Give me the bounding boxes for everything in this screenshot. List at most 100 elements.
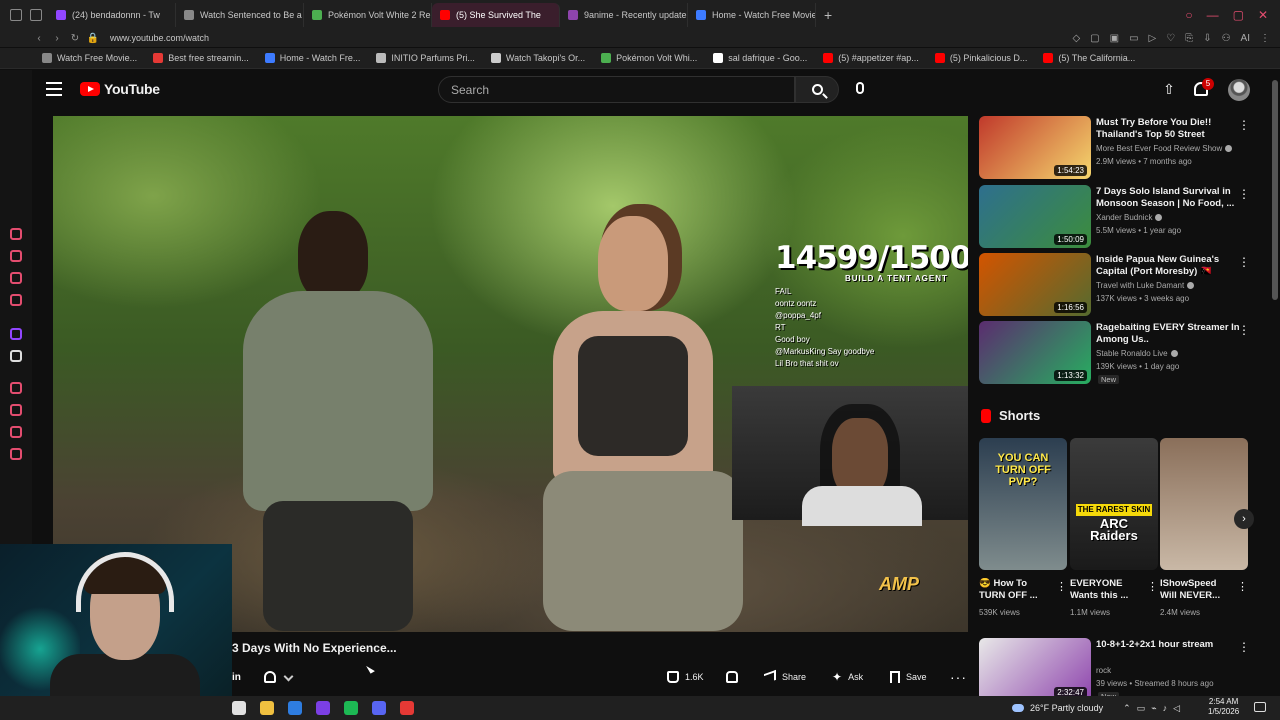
download-icon[interactable]: ⇩ [1203,33,1211,44]
channel-name[interactable]: Travel with Luke Damant [1096,281,1195,290]
bookmark-item[interactable]: Home - Watch Fre... [257,53,369,63]
browser-tab[interactable]: (5) She Survived The [432,2,560,27]
recommended-video[interactable]: 1:50:09 7 Days Solo Island Survival in Mo… [979,185,1269,249]
subscribed-button[interactable]: in [232,672,241,683]
new-tab-button[interactable]: + [816,7,840,23]
side-app-icon[interactable] [10,228,22,240]
browser-tab[interactable]: Watch Sentenced to Be a [176,2,304,27]
voice-search-icon[interactable] [856,82,864,94]
bookmark-item[interactable]: Watch Free Movie... [34,53,145,63]
taskbar-app-icon[interactable] [372,701,386,715]
back-icon[interactable]: ‹ [30,33,48,44]
recommended-video[interactable]: 2:32:47 10-8+1-2+2x1 hour stream rock 39 vi… [979,638,1269,702]
short-thumbnail[interactable] [1160,438,1248,570]
side-app-icon[interactable] [10,426,22,438]
video-thumbnail[interactable]: 1:16:56 [979,253,1091,316]
more-icon[interactable]: ⋮ [1260,33,1270,44]
x-icon[interactable] [10,350,22,362]
close-window-button[interactable]: ✕ [1258,8,1268,22]
browser-tab[interactable]: Pokémon Volt White 2 Re [304,2,432,27]
recommended-video[interactable]: 1:13:32 Ragebaiting EVERY Streamer In Amo… [979,321,1269,385]
chevron-up-icon[interactable]: ⌃ [1123,703,1131,714]
url-field[interactable]: www.youtube.com/watch [110,33,209,43]
forward-icon[interactable]: › [48,33,66,44]
more-vertical-icon[interactable]: ⋮ [1238,255,1250,269]
bookmark-item[interactable]: sal dafrique - Goo... [705,53,815,63]
volume-icon[interactable]: ◁ [1173,703,1180,714]
more-vertical-icon[interactable]: ⋮ [1238,323,1250,337]
pin-icon[interactable]: ◇ [1072,33,1080,44]
recommended-video[interactable]: 1:16:56 Inside Papua New Guinea's Capital… [979,253,1269,317]
more-vertical-icon[interactable]: ⋮ [1237,580,1248,593]
dislike-button[interactable] [726,669,738,685]
video-thumbnail[interactable]: 1:13:32 [979,321,1091,384]
channel-name[interactable]: rock [1096,666,1111,675]
taskbar-app-icon[interactable] [400,701,414,715]
video-thumbnail[interactable]: 1:50:09 [979,185,1091,248]
side-app-icon[interactable] [10,250,22,262]
settings-icon[interactable] [10,448,22,460]
subscription-bell-icon[interactable] [264,671,276,683]
video-thumbnail[interactable]: 1:54:23 [979,116,1091,179]
chevron-down-icon[interactable] [283,671,294,682]
side-app-icon[interactable] [10,382,22,394]
short-thumbnail[interactable]: YOU CAN TURN OFF PVP? [979,438,1067,570]
video-title-link[interactable]: Inside Papua New Guinea's Capital (Port … [1096,254,1241,278]
short-title[interactable]: IShowSpeed Will NEVER... [1160,578,1234,604]
browser-tab[interactable]: Home - Watch Free Movie [688,2,816,27]
page-scrollbar[interactable] [1272,80,1278,300]
bookmark-item[interactable]: (5) The California... [1035,53,1143,63]
short-item[interactable]: THE RAREST SKIN ARC Raiders EVERYONE Wants… [1070,438,1158,623]
screenshot-icon[interactable]: ▢ [1090,33,1099,44]
history-icon[interactable] [10,404,22,416]
reload-icon[interactable]: ↻ [66,33,84,44]
shorts-next-button[interactable]: › [1234,509,1254,529]
bookmark-item[interactable]: Best free streamin... [145,53,257,63]
short-item[interactable]: YOU CAN TURN OFF PVP? 😎 How To TURN OFF .… [979,438,1067,623]
more-vertical-icon[interactable]: ⋮ [1238,187,1250,201]
bookmark-item[interactable]: (5) Pinkalicious D... [927,53,1036,63]
bookmark-item[interactable]: Watch Takopi's Or... [483,53,593,63]
channel-name[interactable]: Stable Ronaldo Live [1096,349,1178,358]
hamburger-menu-icon[interactable] [46,82,62,96]
ask-button[interactable]: ✦ Ask [832,669,863,685]
account-avatar[interactable] [1228,79,1250,101]
short-thumbnail[interactable]: THE RAREST SKIN ARC Raiders [1070,438,1158,570]
more-actions-button[interactable]: ··· [950,669,967,685]
channel-name[interactable]: Xander Budnick [1096,213,1163,222]
bookmark-item[interactable]: (5) #appetizer #ap... [815,53,927,63]
taskbar-app-icon[interactable] [344,701,358,715]
more-vertical-icon[interactable]: ⋮ [1056,580,1067,593]
search-input[interactable]: Search [438,76,795,103]
side-app-icon[interactable] [10,294,22,306]
short-title[interactable]: EVERYONE Wants this ... [1070,578,1144,604]
bookmark-item[interactable]: INITIO Parfums Pri... [368,53,483,63]
video-title-link[interactable]: 10-8+1-2+2x1 hour stream [1096,639,1241,651]
play-icon[interactable]: ▷ [1149,33,1157,44]
tab-search-icon[interactable] [30,8,42,21]
save-button[interactable]: Save [890,669,927,685]
taskbar-app-icon[interactable] [288,701,302,715]
taskbar-app-icon[interactable] [316,701,330,715]
video-title-link[interactable]: 7 Days Solo Island Survival in Monsoon S… [1096,186,1241,210]
short-item[interactable]: IShowSpeed Will NEVER... 2.4M views ⋮ [1160,438,1248,623]
favorite-icon[interactable]: ♡ [1166,33,1175,44]
mic-icon[interactable]: ♪ [1163,703,1168,714]
more-vertical-icon[interactable]: ⋮ [1147,580,1158,593]
taskbar-app-icon[interactable] [260,701,274,715]
video-thumbnail[interactable]: 2:32:47 [979,638,1091,701]
bookmark-item[interactable]: Pokémon Volt Whi... [593,53,705,63]
extension-icon[interactable]: ▣ [1110,33,1119,44]
taskbar-app-icon[interactable] [232,701,246,715]
more-vertical-icon[interactable]: ⋮ [1238,640,1250,654]
profile-icon[interactable]: ⚇ [1222,33,1231,44]
browser-tab[interactable]: 9anime - Recently update [560,2,688,27]
clock[interactable]: 2:54 AM 1/5/2026 [1208,697,1239,717]
maximize-button[interactable]: ▢ [1233,8,1244,22]
like-button[interactable]: 1.6K [667,669,704,685]
browser-tab[interactable]: (24) bendadonnn - Tw [48,2,176,27]
minimize-button[interactable]: — [1207,8,1219,22]
twitch-icon[interactable] [10,328,22,340]
weather-text[interactable]: 26°F Partly cloudy [1030,703,1103,713]
search-tabs-icon[interactable]: ○ [1185,8,1192,22]
